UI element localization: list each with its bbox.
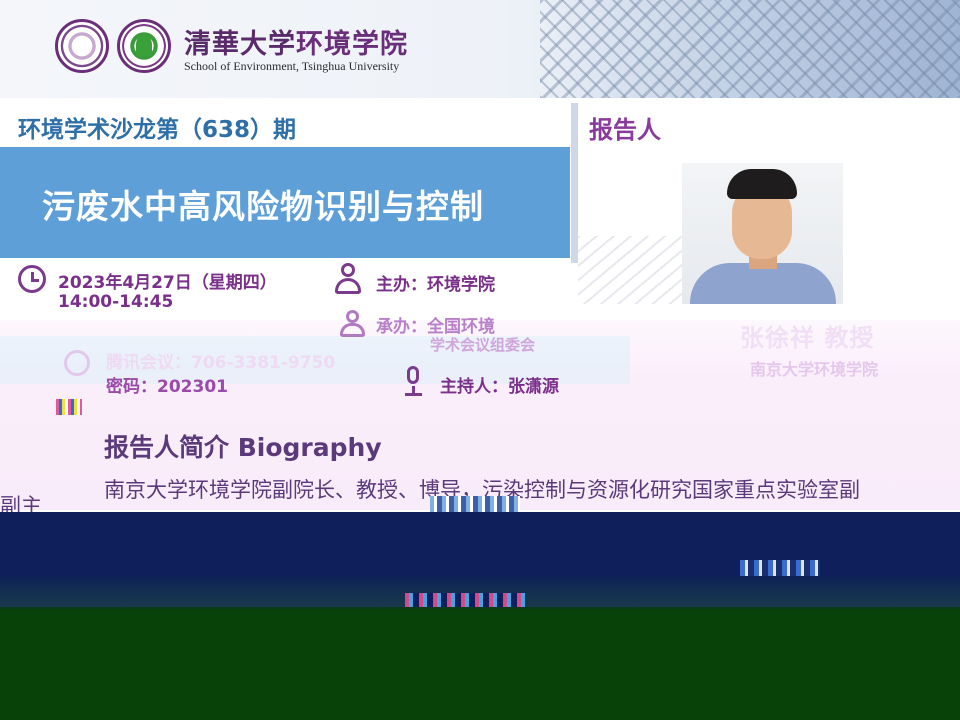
salon-series: 环境学术沙龙第（638）期: [18, 117, 297, 143]
talk-title: 污废水中高风险物识别与控制: [42, 187, 484, 226]
event-time: 14:00-14:45: [58, 292, 174, 312]
header-banner: 清華大学环境学院 School of Environment, Tsinghua…: [0, 0, 960, 98]
glitch-pixels-b: [740, 560, 820, 576]
event-organizer-line2: 学术会议组委会: [430, 336, 536, 354]
university-name: 清華大学: [184, 29, 296, 60]
speaker-photo: [682, 163, 843, 304]
speaker-affiliation: 南京大学环境学院: [750, 360, 879, 379]
clock-icon: [18, 265, 46, 293]
speaker-section-label: 报告人: [589, 116, 661, 144]
building-image: [540, 0, 960, 98]
meeting-password: 密码：202301: [106, 377, 228, 397]
person-icon: [334, 263, 362, 295]
background-glass-pattern: [578, 236, 682, 304]
corrupted-band-green: [0, 609, 960, 720]
tsinghua-seal-icon: [55, 19, 109, 73]
organizer-icon: [340, 310, 366, 338]
glitch-pixels-a: [430, 496, 520, 512]
school-name-cn: 清華大学环境学院: [184, 22, 408, 61]
glitch-pixels-c: [405, 593, 525, 607]
speaker-name: 张徐祥 教授: [740, 324, 875, 352]
event-host: 主办：环境学院: [376, 275, 495, 295]
meeting-id[interactable]: 腾讯会议：706-3381-9750: [106, 348, 335, 373]
school-name-en: School of Environment, Tsinghua Universi…: [184, 59, 400, 73]
bio-heading-cn: 报告人简介: [104, 433, 230, 462]
microphone-icon: [402, 366, 424, 396]
tree-icon: [136, 34, 152, 56]
event-chair: 主持人：张潇源: [440, 377, 559, 397]
bio-heading: 报告人简介 Biography: [104, 428, 382, 464]
bio-heading-en: Biography: [237, 433, 382, 462]
location-pin-icon: [64, 350, 90, 376]
school-name: 环境学院: [296, 29, 408, 60]
event-date: 2023年4月27日（星期四）: [58, 273, 277, 293]
glitch-pixels: [56, 399, 82, 415]
column-divider: [571, 103, 578, 263]
title-band: 污废水中高风险物识别与控制: [0, 147, 570, 258]
